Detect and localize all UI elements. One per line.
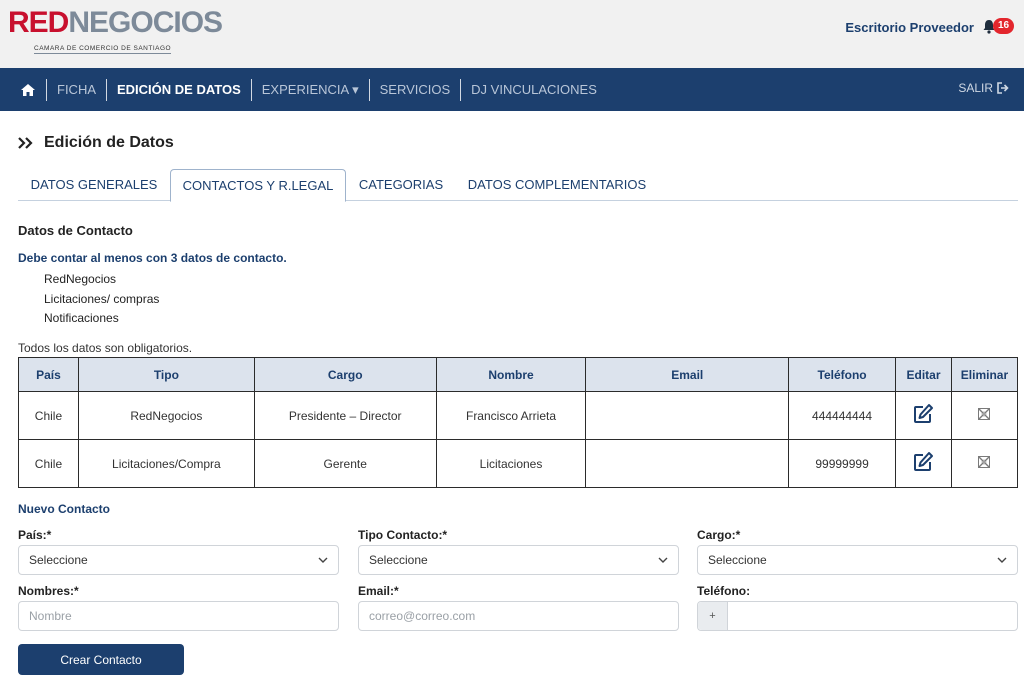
cargo-label: Cargo:* (697, 528, 741, 542)
telefono-input[interactable]: + (697, 601, 1018, 631)
cell-editar (895, 391, 952, 440)
notifications-button[interactable]: 16 (982, 18, 1015, 36)
email-placeholder: correo@correo.com (369, 609, 476, 623)
logout-icon (997, 82, 1009, 94)
email-input[interactable]: correo@correo.com (358, 601, 679, 631)
delete-icon[interactable] (977, 455, 991, 469)
required-contact-types: RedNegocios Licitaciones/ compras Notifi… (44, 270, 159, 329)
nav-separator (106, 78, 107, 101)
required-type-item: RedNegocios (44, 272, 117, 286)
tab-datos-complementarios[interactable]: DATOS COMPLEMENTARIOS (454, 169, 660, 201)
logout-label: SALIR (958, 81, 993, 95)
edit-tabs: DATOS GENERALES CONTACTOS Y R.LEGAL CATE… (18, 169, 1018, 202)
cell-cargo: Gerente (253, 439, 437, 488)
nav-item-ficha[interactable]: FICHA (57, 82, 96, 97)
cell-telefono: 99999999 (788, 439, 897, 488)
logo-text-red: RED (8, 6, 69, 39)
home-icon[interactable] (20, 82, 36, 98)
column-header: Teléfono (788, 357, 897, 392)
telefono-label: Teléfono: (697, 584, 751, 598)
chevron-down-icon (997, 557, 1007, 563)
notification-count-badge: 16 (993, 18, 1015, 34)
pais-select[interactable]: Seleccione (18, 545, 339, 575)
nombres-placeholder: Nombre (29, 609, 72, 623)
nav-item-servicios[interactable]: SERVICIOS (380, 82, 451, 97)
table-row: Chile RedNegocios Presidente – Director … (18, 391, 1019, 440)
cell-nombre: Francisco Arrieta (435, 391, 587, 440)
rednegocios-logo[interactable]: REDNEGOCIOS CAMARA DE COMERCIO DE SANTIA… (8, 6, 223, 54)
column-header: Eliminar (950, 357, 1019, 392)
nombres-input[interactable]: Nombre (18, 601, 339, 631)
mandatory-note: Todos los datos son obligatorios. (18, 341, 193, 355)
logo-text-gray: NEGOCIOS (68, 6, 223, 39)
column-header: Tipo (77, 357, 255, 392)
logo-subtitle: CAMARA DE COMERCIO DE SANTIAGO (34, 45, 172, 54)
nombres-label: Nombres:* (18, 584, 79, 598)
telefono-prefix: + (698, 602, 728, 630)
page-title-text: Edición de Datos (44, 134, 174, 151)
cell-pais: Chile (18, 439, 79, 488)
tab-contactos-r-legal[interactable]: CONTACTOS Y R.LEGAL (170, 169, 346, 202)
column-header: País (18, 357, 79, 392)
nav-separator (250, 78, 252, 101)
cell-cargo: Presidente – Director (253, 391, 437, 440)
tipo-contacto-select-value: Seleccione (369, 553, 428, 567)
cell-email (585, 439, 790, 488)
edit-icon[interactable] (912, 451, 934, 473)
new-contact-title: Nuevo Contacto (18, 502, 111, 516)
contacts-table: País Tipo Cargo Nombre Email Teléfono Ed… (18, 357, 1019, 488)
required-type-item: Licitaciones/ compras (44, 291, 160, 306)
table-row: Chile Licitaciones/Compra Gerente Licita… (18, 439, 1019, 488)
escritorio-proveedor-link[interactable]: Escritorio Proveedor (845, 20, 974, 35)
section-title-datos-contacto: Datos de Contacto (18, 223, 133, 238)
nav-separator (368, 78, 370, 101)
table-header-row: País Tipo Cargo Nombre Email Teléfono Ed… (18, 357, 1019, 392)
cell-pais: Chile (18, 391, 79, 440)
pais-select-value: Seleccione (29, 553, 88, 567)
chevron-down-icon (318, 557, 328, 563)
nav-item-edicion-de-datos[interactable]: EDICIÓN DE DATOS (117, 82, 241, 97)
logout-button[interactable]: SALIR (958, 81, 1010, 95)
page-title: Edición de Datos (18, 134, 174, 152)
delete-icon[interactable] (977, 407, 991, 421)
crear-contacto-button[interactable]: Crear Contacto (18, 644, 184, 675)
column-header: Cargo (253, 357, 437, 392)
required-type-item: Notificaciones (44, 311, 119, 325)
edit-icon[interactable] (912, 403, 934, 425)
tipo-contacto-label: Tipo Contacto:* (358, 528, 448, 542)
cell-eliminar (950, 391, 1019, 440)
cell-tipo: RedNegocios (77, 391, 255, 440)
nav-separator (460, 78, 462, 101)
cell-tipo: Licitaciones/Compra (77, 439, 255, 488)
tipo-contacto-select[interactable]: Seleccione (358, 545, 679, 575)
cell-nombre: Licitaciones (435, 439, 587, 488)
double-chevron-right-icon (18, 137, 33, 149)
main-navbar: FICHA EDICIÓN DE DATOS EXPERIENCIA ▾ SER… (0, 68, 1024, 111)
cargo-select[interactable]: Seleccione (697, 545, 1018, 575)
tab-categorias[interactable]: CATEGORIAS (348, 169, 454, 201)
chevron-down-icon (658, 557, 668, 563)
email-label: Email:* (358, 584, 399, 598)
column-header: Editar (895, 357, 952, 392)
nav-item-dj-vinculaciones[interactable]: DJ VINCULACIONES (471, 82, 597, 97)
top-header: REDNEGOCIOS CAMARA DE COMERCIO DE SANTIA… (0, 0, 1024, 68)
cell-eliminar (950, 439, 1019, 488)
nav-separator (46, 78, 47, 101)
nav-item-experiencia[interactable]: EXPERIENCIA ▾ (262, 82, 359, 98)
column-header: Nombre (435, 357, 587, 392)
pais-label: País:* (18, 528, 52, 542)
cell-email (585, 391, 790, 440)
cell-telefono: 444444444 (788, 391, 897, 440)
cargo-select-value: Seleccione (708, 553, 767, 567)
contact-requirement-text: Debe contar al menos con 3 datos de cont… (18, 251, 287, 265)
column-header: Email (585, 357, 790, 392)
cell-editar (895, 439, 952, 488)
tab-datos-generales[interactable]: DATOS GENERALES (18, 169, 170, 201)
